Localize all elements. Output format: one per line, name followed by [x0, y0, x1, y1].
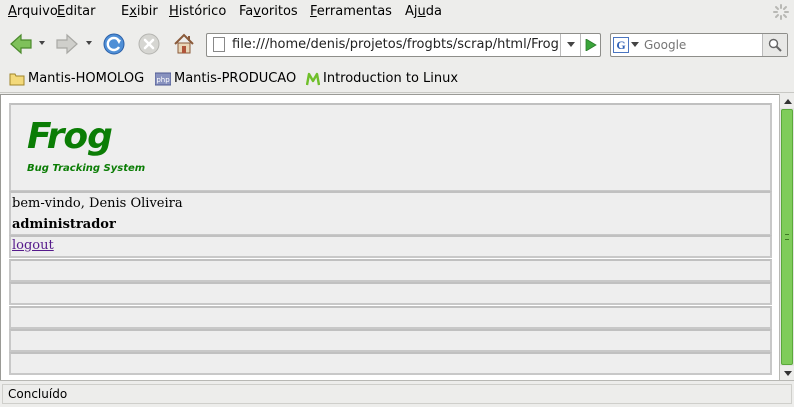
menu-exibir-accel: x [129, 4, 137, 19]
home-button[interactable] [170, 31, 198, 57]
page-icon [213, 37, 225, 52]
reload-button[interactable] [100, 31, 128, 57]
menu-favoritos[interactable]: Favoritos [239, 4, 298, 19]
stop-button[interactable] [135, 31, 163, 57]
forward-history-dropdown[interactable] [86, 41, 92, 45]
vertical-scrollbar[interactable] [779, 94, 794, 380]
logo-title: Frog [27, 116, 113, 157]
status-bar: Concluído [0, 380, 794, 407]
logout-link[interactable]: logout [12, 238, 54, 253]
menu-ajuda[interactable]: Ajuda [405, 4, 442, 19]
go-button[interactable] [580, 34, 600, 56]
bookmark-mantis-homolog[interactable]: Mantis-HOMOLOG [9, 71, 144, 86]
menu-ferramentas[interactable]: Ferramentas [310, 4, 392, 19]
search-bar[interactable]: G [610, 33, 788, 57]
empty-row-2 [9, 282, 772, 305]
menu-bar: Arquivo Editar Exibir Histórico Favorito… [0, 0, 794, 25]
bookmark-label: Mantis-PRODUCAO [174, 71, 297, 86]
home-icon [174, 33, 194, 54]
empty-row-3 [9, 306, 772, 329]
scroll-down-button[interactable] [780, 366, 794, 380]
menu-arquivo-accel: A [8, 4, 17, 19]
menu-exibir-pre: E [121, 4, 130, 19]
menu-editar-rest: ditar [65, 4, 96, 19]
empty-row-4 [9, 329, 772, 352]
stop-icon [138, 33, 160, 55]
back-button[interactable] [6, 31, 36, 57]
bookmarks-toolbar: Mantis-HOMOLOG php Mantis-PRODUCAO Intro… [0, 63, 794, 93]
magnifier-icon [768, 38, 782, 52]
chevron-down-icon [783, 370, 792, 376]
grip-icon [785, 234, 789, 240]
menu-ferramentas-rest: erramentas [316, 4, 392, 19]
chevron-down-icon [631, 42, 639, 47]
m-icon [306, 72, 320, 85]
empty-row-1 [9, 259, 772, 282]
menu-historico[interactable]: Histórico [169, 4, 226, 19]
menu-ajuda-accel: u [417, 4, 426, 19]
chevron-up-icon [783, 98, 792, 104]
php-icon: php [155, 72, 171, 85]
menu-ferramentas-accel: F [310, 4, 317, 19]
search-engine-selector[interactable]: G [613, 36, 641, 54]
search-input[interactable] [644, 36, 762, 54]
welcome-text: bem-vindo, Denis Oliveira [12, 196, 183, 211]
go-arrow-icon [585, 39, 597, 51]
google-icon: G [613, 37, 629, 53]
back-arrow-icon [10, 33, 32, 55]
url-bar[interactable]: file:///home/denis/projetos/frogbts/scra… [206, 33, 601, 57]
bookmark-label: Mantis-HOMOLOG [28, 71, 145, 86]
menu-arquivo-rest: rquivo [16, 4, 58, 19]
back-history-dropdown[interactable] [39, 41, 45, 45]
menu-editar[interactable]: Editar [57, 4, 96, 19]
menu-historico-rest: istórico [178, 4, 227, 19]
forward-button[interactable] [52, 31, 82, 57]
menu-editar-accel: E [57, 4, 66, 19]
bookmark-introduction-to-linux[interactable]: Introduction to Linux [306, 71, 458, 86]
status-text: Concluído [8, 387, 68, 401]
reload-icon [103, 33, 125, 55]
logout-cell: logout [9, 235, 772, 258]
page-content: Frog Bug Tracking System bem-vindo, Deni… [0, 94, 779, 380]
svg-text:php: php [156, 76, 170, 84]
header-cell: Frog Bug Tracking System [9, 103, 772, 192]
scrollbar-thumb[interactable] [781, 109, 793, 365]
menu-ajuda-rest: da [425, 4, 442, 19]
menu-favoritos-pre: Fa [239, 4, 254, 19]
empty-row-5 [9, 352, 772, 375]
menu-exibir-rest: ibir [136, 4, 158, 19]
menu-historico-accel: H [169, 4, 179, 19]
menu-favoritos-rest: oritos [260, 4, 298, 19]
menu-ajuda-pre: Aj [405, 4, 418, 19]
throbber-icon [773, 4, 789, 20]
logo-subtitle: Bug Tracking System [27, 163, 146, 174]
bookmark-label: Introduction to Linux [323, 71, 459, 86]
user-info-cell: bem-vindo, Denis Oliveira administrador [9, 191, 772, 236]
menu-favoritos-accel: v [253, 4, 261, 19]
bookmark-mantis-producao[interactable]: php Mantis-PRODUCAO [155, 71, 296, 86]
url-input[interactable]: file:///home/denis/projetos/frogbts/scra… [232, 37, 560, 52]
scroll-up-button[interactable] [780, 94, 794, 108]
user-role: administrador [12, 217, 116, 232]
status-panel [2, 384, 792, 404]
url-history-dropdown[interactable] [560, 34, 580, 56]
menu-exibir[interactable]: Exibir [121, 4, 158, 19]
menu-arquivo[interactable]: Arquivo [8, 4, 58, 19]
forward-arrow-icon [56, 33, 78, 55]
chevron-down-icon [566, 42, 575, 47]
folder-icon [9, 73, 25, 85]
search-button[interactable] [762, 34, 787, 56]
navigation-toolbar: file:///home/denis/projetos/frogbts/scra… [0, 25, 794, 63]
